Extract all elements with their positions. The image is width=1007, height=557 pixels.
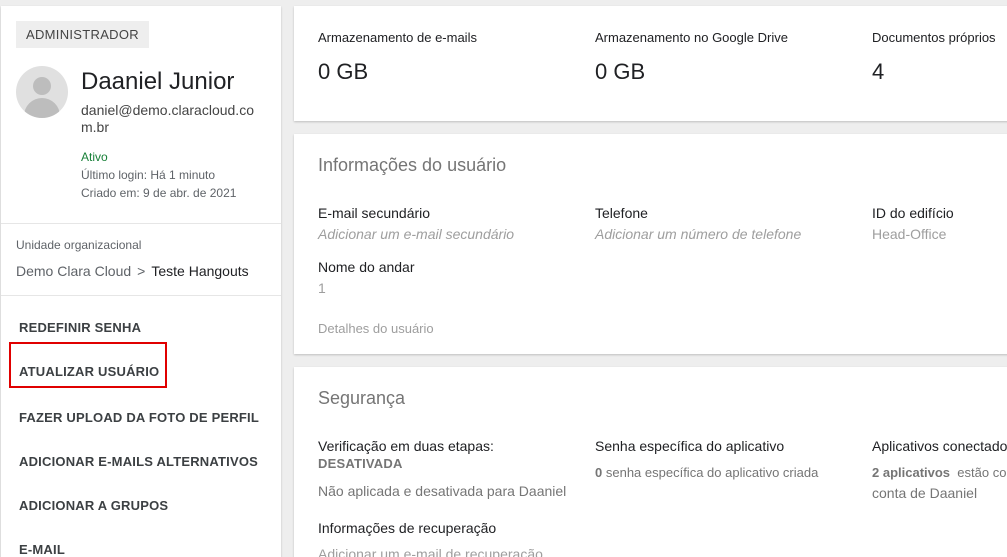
- building-id-value: Head-Office: [872, 226, 947, 242]
- user-status: Ativo: [81, 150, 108, 164]
- building-id-label: ID do edifício: [872, 205, 954, 221]
- connected-apps-desc-2: conta de Daaniel: [872, 485, 978, 501]
- drive-storage-value: 0 GB: [595, 59, 646, 84]
- reset-password-button[interactable]: REDEFINIR SENHA: [19, 320, 141, 335]
- email-button[interactable]: E-MAIL: [19, 542, 65, 557]
- two-step-label: Verificação em duas etapas:: [318, 438, 494, 454]
- avatar[interactable]: [16, 66, 68, 118]
- security-card: Segurança Verificação em duas etapas: DE…: [294, 367, 1007, 557]
- user-name: Daaniel Junior: [81, 68, 235, 95]
- app-password-desc: senha específica do aplicativo criada: [605, 465, 819, 480]
- org-unit-breadcrumb: Demo Clara Cloud > Teste Hangouts: [16, 263, 249, 279]
- drive-storage-label: Armazenamento no Google Drive: [595, 30, 788, 45]
- user-profile-card: ADMINISTRADOR Daaniel Junior daniel@demo…: [1, 6, 281, 557]
- secondary-email-value[interactable]: Adicionar um e-mail secundário: [318, 226, 514, 242]
- avatar-head-icon: [33, 77, 51, 95]
- floor-name-value: 1: [318, 280, 326, 296]
- recovery-info-value[interactable]: Adicionar um e-mail de recuperação: [318, 546, 543, 557]
- connected-apps-label: Aplicativos conectado: [872, 438, 1007, 454]
- add-alt-emails-button[interactable]: ADICIONAR E-MAILS ALTERNATIVOS: [19, 454, 258, 469]
- phone-label: Telefone: [595, 205, 648, 221]
- breadcrumb-separator: >: [137, 263, 146, 279]
- add-to-groups-button[interactable]: ADICIONAR A GRUPOS: [19, 498, 168, 513]
- app-password-label: Senha específica do aplicativo: [595, 438, 785, 454]
- user-info-title: Informações do usuário: [318, 155, 507, 175]
- connected-apps-desc: estão co: [957, 465, 1007, 480]
- connected-apps-summary: 2 aplicativos estão co: [872, 465, 1006, 480]
- docs-owned-value: 4: [872, 59, 885, 84]
- last-login: Último login: Há 1 minuto: [81, 168, 216, 182]
- user-details-link[interactable]: Detalhes do usuário: [318, 321, 434, 336]
- org-unit-current: Teste Hangouts: [151, 263, 249, 279]
- secondary-email-label: E-mail secundário: [318, 205, 431, 221]
- divider: [1, 295, 281, 296]
- org-unit-label: Unidade organizacional: [16, 238, 142, 252]
- phone-value[interactable]: Adicionar um número de telefone: [595, 226, 801, 242]
- email-storage-value: 0 GB: [318, 59, 369, 84]
- app-password-count: 0: [595, 465, 603, 480]
- docs-owned-label: Documentos próprios: [872, 30, 996, 45]
- connected-apps-count: 2 aplicativos: [872, 465, 951, 480]
- app-password-summary: 0 senha específica do aplicativo criada: [595, 465, 818, 480]
- floor-name-label: Nome do andar: [318, 259, 415, 275]
- recovery-info-label: Informações de recuperação: [318, 520, 497, 536]
- upload-photo-button[interactable]: FAZER UPLOAD DA FOTO DE PERFIL: [19, 410, 259, 425]
- two-step-state: DESATIVADA: [318, 456, 403, 471]
- highlight-box: [9, 342, 167, 388]
- created-date: Criado em: 9 de abr. de 2021: [81, 186, 237, 200]
- storage-card: Armazenamento de e-mails 0 GB Armazename…: [294, 6, 1007, 121]
- user-info-card: Informações do usuário E-mail secundário…: [294, 134, 1007, 354]
- role-badge: ADMINISTRADOR: [16, 21, 149, 48]
- email-storage-label: Armazenamento de e-mails: [318, 30, 477, 45]
- avatar-body-icon: [24, 98, 60, 118]
- security-title: Segurança: [318, 388, 406, 408]
- divider: [1, 223, 281, 224]
- user-email: daniel@demo.claracloud.com.br: [81, 102, 254, 135]
- two-step-description: Não aplicada e desativada para Daaniel: [318, 483, 567, 499]
- org-unit-parent[interactable]: Demo Clara Cloud: [16, 263, 131, 279]
